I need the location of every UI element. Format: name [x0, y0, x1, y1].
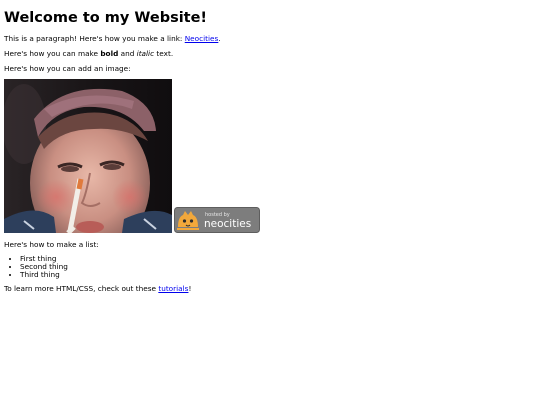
- format-suffix: text.: [154, 49, 174, 58]
- list-item: Third thing: [20, 271, 536, 279]
- image-intro-paragraph: Here's how you can add an image:: [4, 64, 131, 73]
- bold-text: bold: [100, 49, 119, 58]
- italic-text: italic: [136, 49, 155, 58]
- format-middle: and: [118, 49, 137, 58]
- image-row: hosted by neocities: [4, 79, 536, 233]
- list-item: First thing: [20, 255, 536, 263]
- intro-text: This is a paragraph! Here's how you make…: [4, 34, 185, 43]
- things-list: First thing Second thing Third thing: [4, 255, 536, 279]
- format-prefix: Here's how you can make: [4, 49, 101, 58]
- outro-paragraph: To learn more HTML/CSS, check out these …: [4, 284, 536, 294]
- list-intro-paragraph: Here's how to make a list:: [4, 240, 99, 249]
- intro-paragraph: This is a paragraph! Here's how you make…: [4, 34, 536, 44]
- page-body: Welcome to my Website! This is a paragra…: [0, 0, 540, 405]
- outro-end: !: [188, 284, 192, 293]
- outro-text: To learn more HTML/CSS, check out these: [4, 284, 159, 293]
- tutorials-link[interactable]: tutorials: [158, 284, 188, 293]
- list-item: Second thing: [20, 263, 536, 271]
- boy-smoking-photo: [4, 79, 172, 233]
- neocities-link[interactable]: Neocities: [185, 34, 219, 43]
- hosted-by-neocities-badge[interactable]: hosted byneocities: [174, 207, 260, 233]
- format-paragraph: Here's how you can make bold and italic …: [4, 49, 536, 59]
- intro-end: .: [218, 34, 221, 43]
- badge-brand-text: neocities: [204, 218, 251, 230]
- page-heading: Welcome to my Website!: [4, 10, 208, 26]
